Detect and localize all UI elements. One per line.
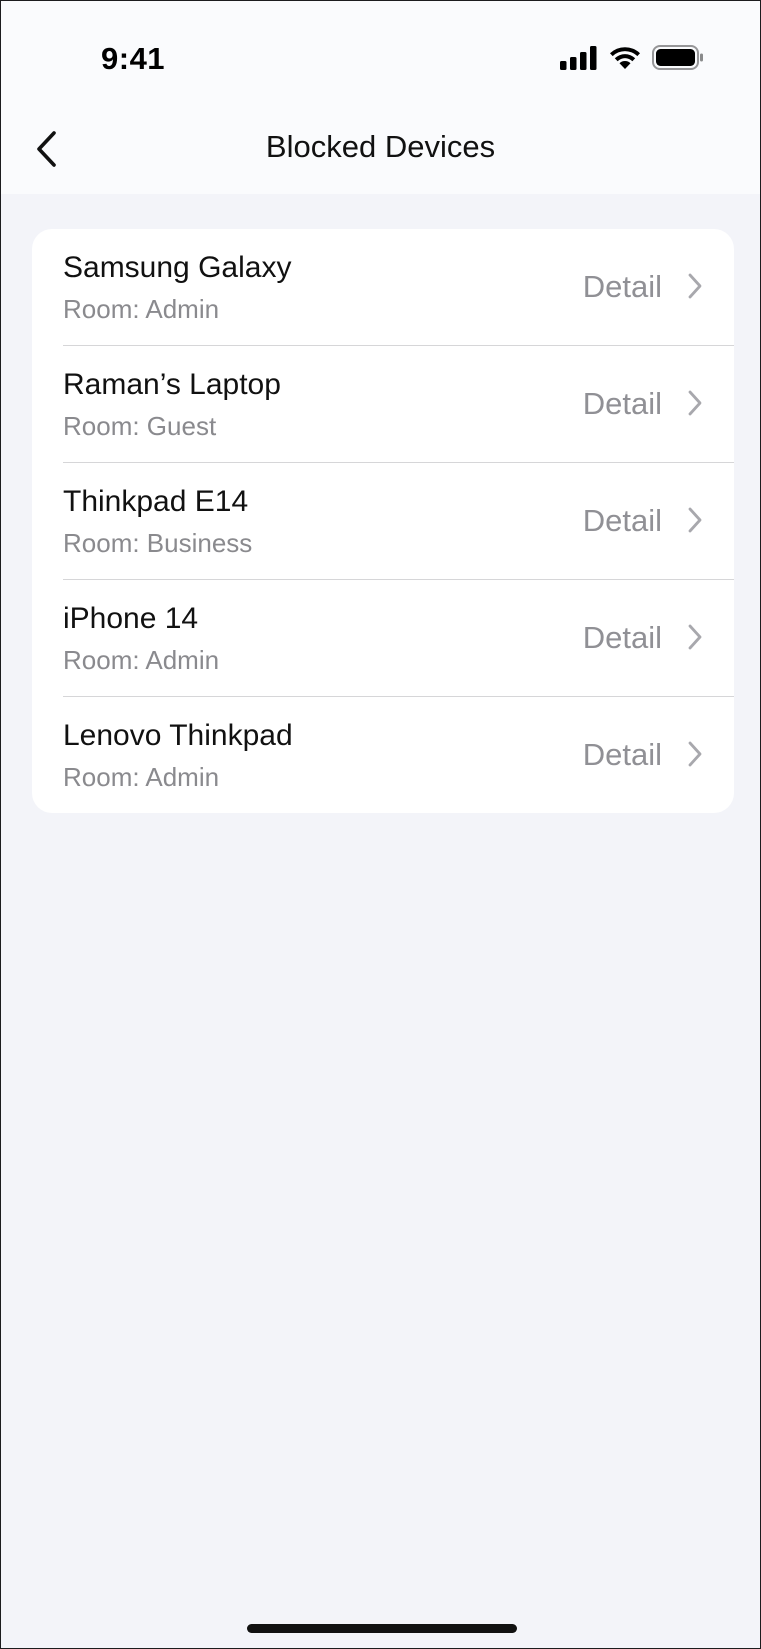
- device-name: Raman’s Laptop: [63, 368, 281, 401]
- device-name: Lenovo Thinkpad: [63, 719, 293, 752]
- detail-link[interactable]: Detail: [583, 503, 662, 539]
- device-row[interactable]: Raman’s Laptop Room: Guest Detail: [32, 346, 734, 463]
- device-room: Room: Admin: [63, 645, 220, 675]
- phone-screen: 9:41 Blocked Devices Samsung Galaxy Room…: [0, 0, 761, 1649]
- status-time: 9:41: [101, 41, 166, 76]
- blocked-devices-list: Samsung Galaxy Room: Admin Detail Raman’…: [32, 229, 734, 813]
- device-row[interactable]: Samsung Galaxy Room: Admin Detail: [32, 229, 734, 346]
- detail-link[interactable]: Detail: [583, 620, 662, 656]
- chevron-right-icon: [688, 507, 702, 533]
- device-name: Thinkpad E14: [63, 485, 249, 518]
- page-title: Blocked Devices: [265, 129, 496, 164]
- status-icons: [560, 45, 704, 70]
- detail-link[interactable]: Detail: [583, 386, 662, 422]
- device-row[interactable]: iPhone 14 Room: Admin Detail: [32, 580, 734, 697]
- cellular-signal-icon: [560, 45, 597, 70]
- wifi-icon: [610, 47, 640, 69]
- device-room: Room: Guest: [63, 411, 217, 441]
- device-name: Samsung Galaxy: [63, 251, 292, 284]
- detail-link[interactable]: Detail: [583, 737, 662, 773]
- device-row[interactable]: Thinkpad E14 Room: Business Detail: [32, 463, 734, 580]
- device-room: Room: Admin: [63, 294, 220, 324]
- chevron-right-icon: [688, 390, 702, 416]
- battery-icon: [652, 45, 703, 70]
- detail-link[interactable]: Detail: [583, 269, 662, 305]
- device-name: iPhone 14: [63, 602, 199, 635]
- chevron-right-icon: [688, 273, 702, 299]
- device-room: Room: Business: [63, 528, 253, 558]
- top-bar: 9:41 Blocked Devices: [1, 1, 760, 194]
- home-indicator[interactable]: [247, 1624, 517, 1633]
- chevron-right-icon: [688, 624, 702, 650]
- chevron-right-icon: [688, 741, 702, 767]
- device-row[interactable]: Lenovo Thinkpad Room: Admin Detail: [32, 697, 734, 813]
- device-room: Room: Admin: [63, 762, 220, 792]
